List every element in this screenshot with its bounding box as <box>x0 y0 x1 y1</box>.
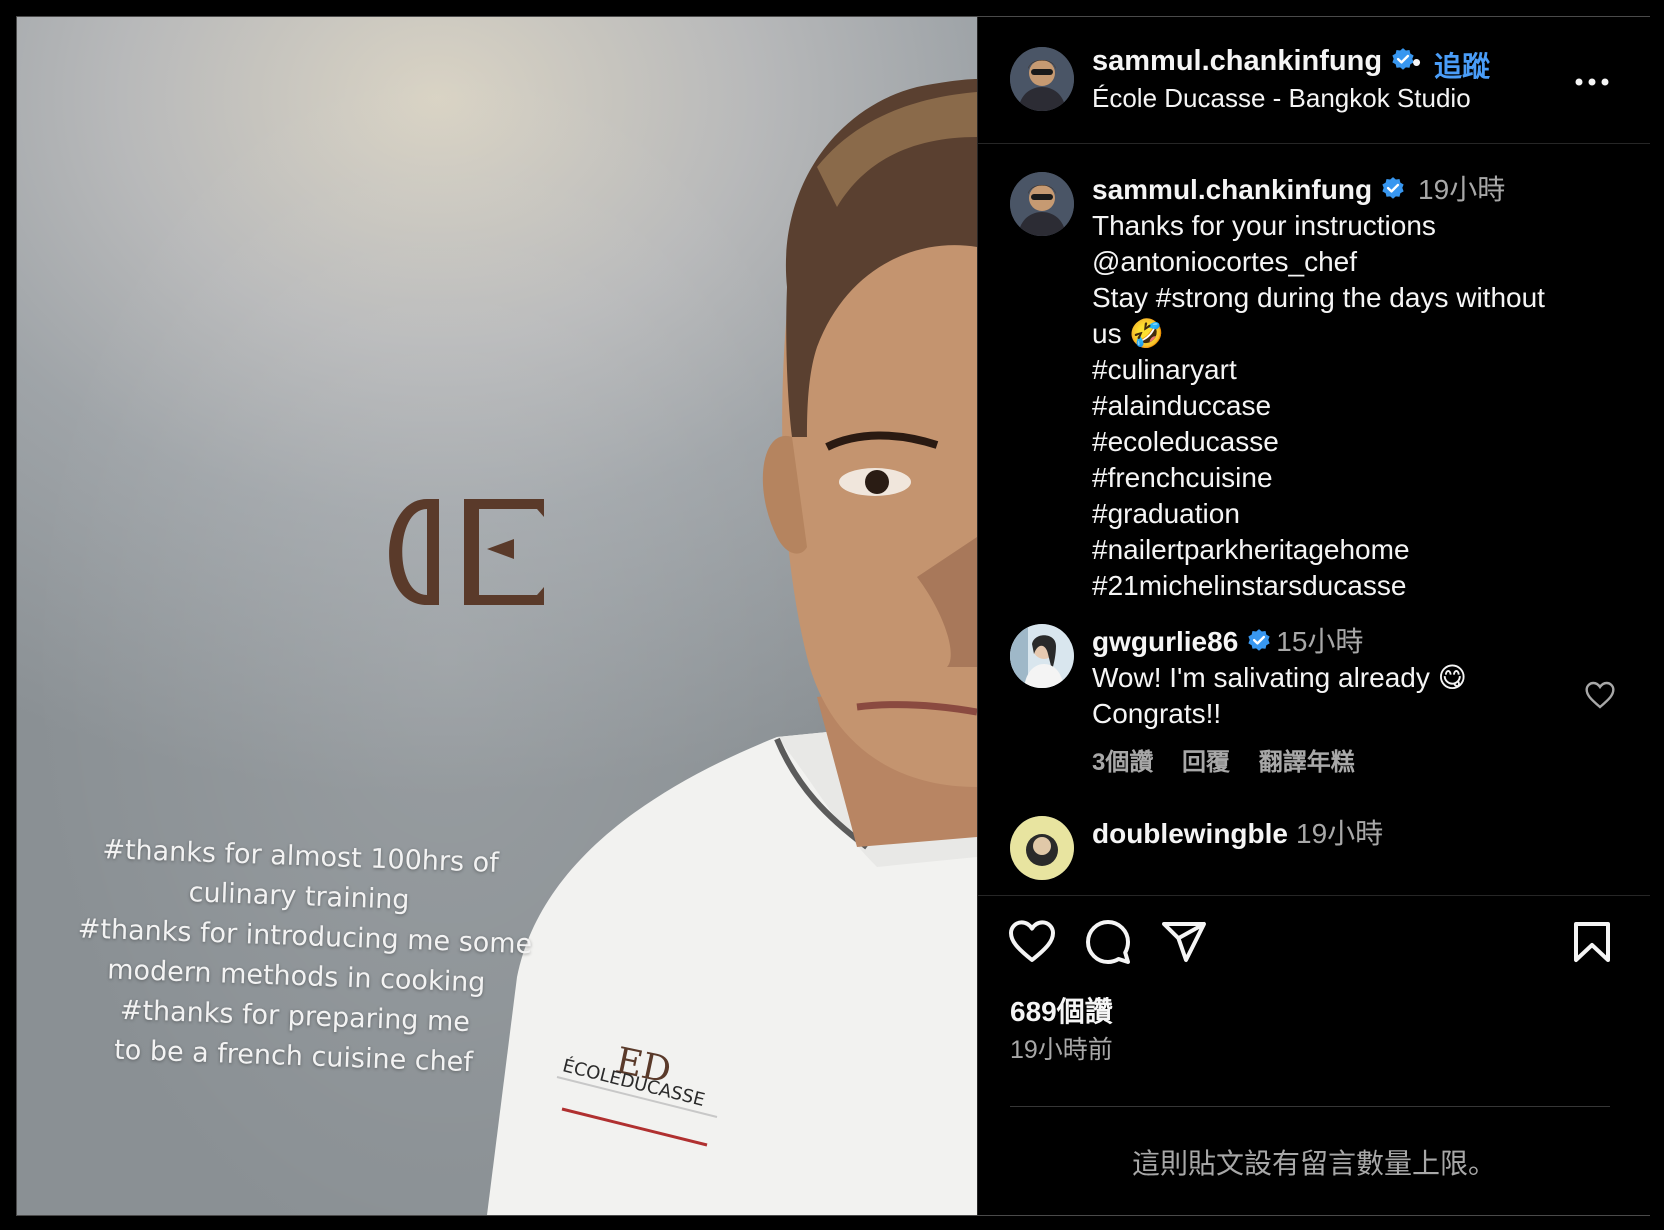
more-options-icon[interactable] <box>1574 77 1610 87</box>
author-username[interactable]: sammul.chankinfung <box>1092 45 1416 78</box>
post-location[interactable]: École Ducasse - Bangkok Studio <box>1092 83 1471 114</box>
caption-hashtag[interactable]: #culinaryart <box>1092 352 1612 388</box>
author-avatar[interactable] <box>1010 47 1074 111</box>
comment-item: doublewingble 19小時 <box>978 816 1650 892</box>
commenter-avatar[interactable] <box>1010 816 1074 880</box>
comment-body: gwgurlie86 15小時 Wow! I'm salivating alrea… <box>1092 624 1612 732</box>
photo-overlay-text: #thanks for almost 100hrs of culinary tr… <box>73 829 532 1084</box>
post-sidebar: sammul.chankinfung • 追蹤 École Ducasse - … <box>977 17 1650 1215</box>
avatar-photo <box>1010 172 1074 236</box>
comment-text: Wow! I'm salivating already 😋 <box>1092 662 1467 693</box>
comment-text: Congrats!! <box>1092 698 1222 729</box>
post-header: sammul.chankinfung • 追蹤 École Ducasse - … <box>978 17 1650 144</box>
footer-divider <box>1010 1106 1610 1107</box>
comment-actions: 3個讚 回覆 翻譯年糕 <box>1092 742 1377 777</box>
caption-mention[interactable]: @antoniocortes_chef <box>1092 244 1612 280</box>
commenter-avatar[interactable] <box>1010 624 1074 688</box>
verified-badge-icon <box>1382 177 1404 199</box>
caption-body: sammul.chankinfung 19小時 Thanks for your i… <box>1092 172 1612 604</box>
post-modal: ED ÉCOLEDUCASSE #thanks for almost 100hr… <box>16 16 1650 1216</box>
commenter-username[interactable]: doublewingble <box>1092 818 1288 849</box>
comments-scroll-area[interactable]: sammul.chankinfung 19小時 Thanks for your i… <box>978 144 1650 892</box>
caption-hashtag[interactable]: #alainduccase <box>1092 388 1612 424</box>
reply-button[interactable]: 回覆 <box>1182 749 1230 776</box>
caption-time[interactable]: 19小時 <box>1418 174 1505 205</box>
caption-line: Thanks for your instructions <box>1092 210 1436 241</box>
commenter-username[interactable]: gwgurlie86 <box>1092 626 1238 657</box>
translate-button[interactable]: 翻譯年糕 <box>1259 749 1355 776</box>
comment-limit-notice: 這則貼文設有留言數量上限。 <box>1131 1148 1496 1179</box>
comment-time[interactable]: 19小時 <box>1296 818 1383 849</box>
verified-badge-icon <box>1248 629 1270 651</box>
bookmark-icon[interactable] <box>1568 918 1616 966</box>
caption-hashtag[interactable]: #21michelinstarsducasse <box>1092 568 1612 604</box>
post-actions-bar: 689個讚 19小時前 這則貼文設有留言數量上限。 <box>978 895 1650 1216</box>
comment-like-heart-icon[interactable] <box>1584 680 1616 710</box>
header-separator: • <box>1412 47 1422 77</box>
post-likes-count[interactable]: 689個讚 <box>1010 990 1113 1030</box>
comment-item: gwgurlie86 15小時 Wow! I'm salivating alrea… <box>978 624 1650 784</box>
comment-icon[interactable] <box>1084 918 1132 966</box>
caption-hashtag[interactable]: #ecoleducasse <box>1092 424 1612 460</box>
heart-icon[interactable] <box>1008 918 1056 966</box>
avatar-photo <box>1010 816 1074 880</box>
post-timestamp[interactable]: 19小時前 <box>1010 1030 1113 1066</box>
caption-line: Stay #strong during the days without <box>1092 282 1545 313</box>
avatar-photo <box>1010 624 1074 688</box>
author-username-text[interactable]: sammul.chankinfung <box>1092 45 1382 77</box>
caption-hashtag[interactable]: #frenchcuisine <box>1092 460 1612 496</box>
caption-hashtag[interactable]: #graduation <box>1092 496 1612 532</box>
caption-line: us 🤣 <box>1092 318 1165 349</box>
follow-button[interactable]: 追蹤 <box>1434 45 1490 85</box>
comment-time[interactable]: 15小時 <box>1276 626 1363 657</box>
caption-author-avatar[interactable] <box>1010 172 1074 236</box>
avatar-photo <box>1010 47 1074 111</box>
caption-username[interactable]: sammul.chankinfung <box>1092 174 1372 205</box>
post-caption: sammul.chankinfung 19小時 Thanks for your i… <box>978 172 1650 601</box>
post-photo[interactable]: ED ÉCOLEDUCASSE #thanks for almost 100hr… <box>17 17 977 1215</box>
comment-likes-count[interactable]: 3個讚 <box>1092 749 1153 776</box>
comment-body: doublewingble 19小時 <box>1092 816 1612 852</box>
caption-hashtag[interactable]: #nailertparkheritagehome <box>1092 532 1612 568</box>
share-icon[interactable] <box>1160 918 1208 966</box>
